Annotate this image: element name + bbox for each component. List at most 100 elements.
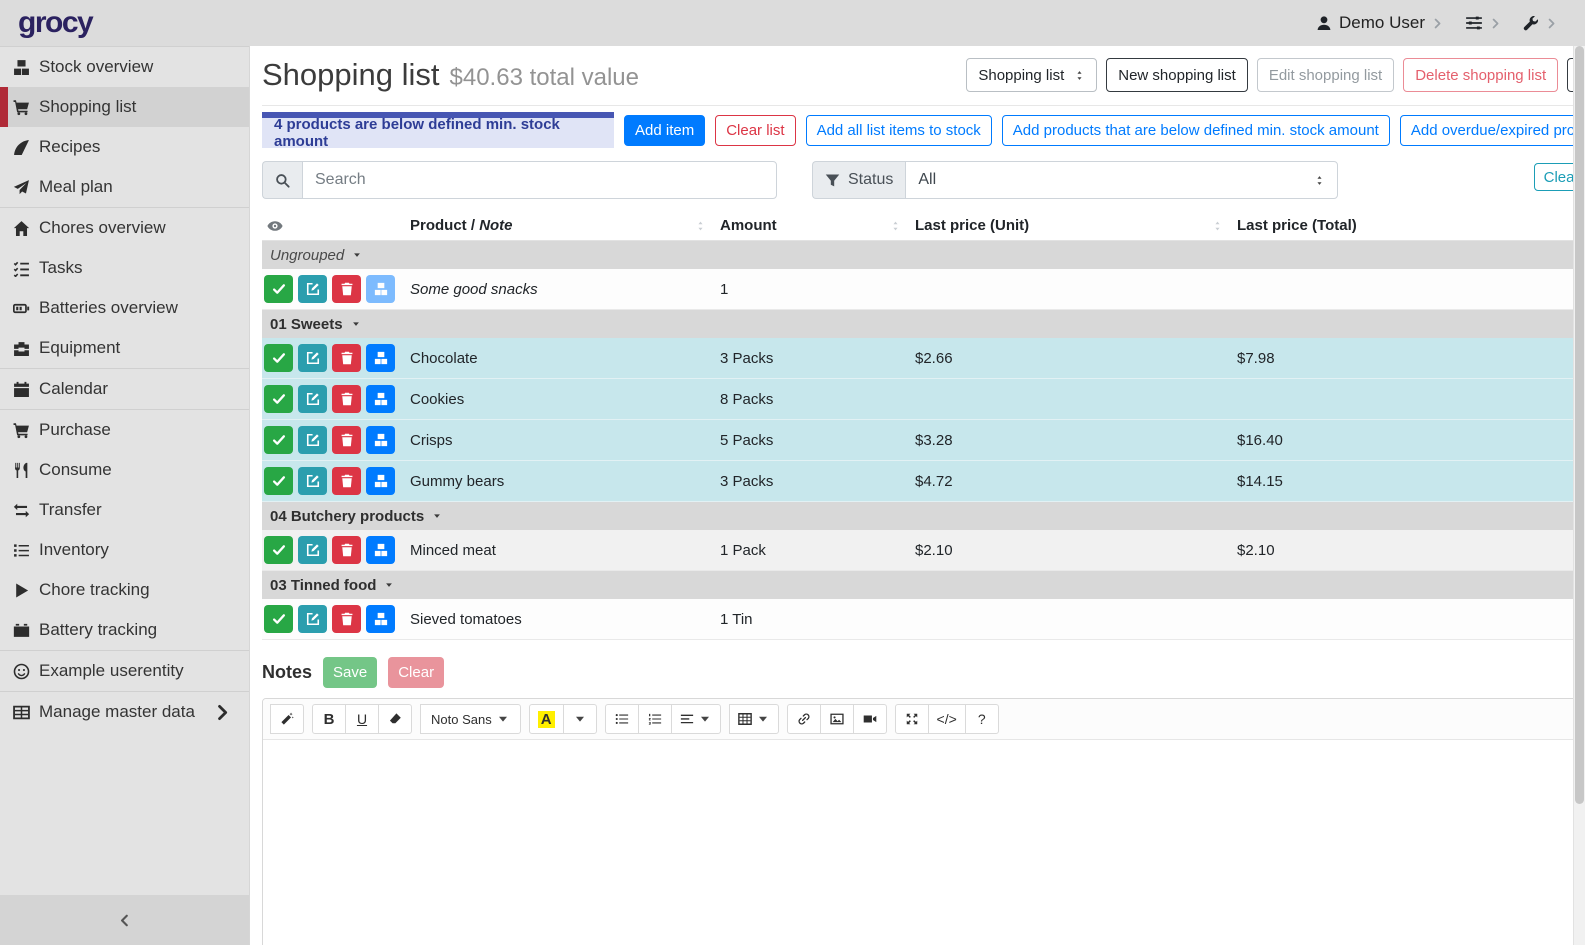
font-color-caret-button[interactable] [563, 704, 597, 734]
sidebar-item-meal-plan[interactable]: Meal plan [0, 167, 249, 207]
mark-done-button[interactable] [264, 605, 293, 633]
product-button[interactable] [366, 275, 395, 303]
codeview-button[interactable]: </> [928, 704, 966, 734]
tasks-icon [13, 260, 30, 277]
scrollbar-thumb[interactable] [1575, 46, 1584, 804]
grocy-logo[interactable]: grocy [18, 6, 92, 40]
mark-done-button[interactable] [264, 275, 293, 303]
mark-done-button[interactable] [264, 385, 293, 413]
column-last-price-unit[interactable]: Last price (Unit) [915, 217, 1237, 234]
mark-done-button[interactable] [264, 536, 293, 564]
edit-item-button[interactable] [298, 385, 327, 413]
product-button[interactable] [366, 344, 395, 372]
sidebar-item-transfer[interactable]: Transfer [0, 490, 249, 530]
sidebar-item-chores-overview[interactable]: Chores overview [0, 208, 249, 248]
sidebar-item-purchase[interactable]: Purchase [0, 410, 249, 450]
user-name: Demo User [1339, 13, 1425, 33]
edit-icon [306, 612, 320, 626]
product-button[interactable] [366, 385, 395, 413]
add-below-min-stock-button[interactable]: Add products that are below defined min.… [1002, 115, 1390, 146]
min-stock-alert[interactable]: 4 products are below defined min. stock … [262, 112, 614, 148]
visibility-column[interactable] [262, 217, 410, 234]
column-product[interactable]: Product / Note [410, 217, 720, 234]
delete-item-button[interactable] [332, 275, 361, 303]
product-button[interactable] [366, 426, 395, 454]
clear-list-button[interactable]: Clear list [715, 115, 795, 146]
mark-done-button[interactable] [264, 426, 293, 454]
sort-icon[interactable] [695, 219, 706, 233]
sidebar-item-consume[interactable]: Consume [0, 450, 249, 490]
unordered-list-button[interactable] [605, 704, 639, 734]
add-overdue-button[interactable]: Add overdue/expired products [1400, 115, 1585, 146]
edit-shopping-list-button[interactable]: Edit shopping list [1257, 58, 1394, 92]
insert-table-button[interactable] [729, 704, 779, 734]
product-button[interactable] [366, 467, 395, 495]
mark-done-button[interactable] [264, 467, 293, 495]
font-family-select[interactable]: Noto Sans [420, 704, 521, 734]
edit-item-button[interactable] [298, 426, 327, 454]
fullscreen-button[interactable] [895, 704, 929, 734]
underline-button[interactable]: U [345, 704, 379, 734]
group-header-ungrouped[interactable]: Ungrouped [262, 241, 1585, 269]
clear-formatting-button[interactable] [378, 704, 412, 734]
delete-item-button[interactable] [332, 385, 361, 413]
search-icon [275, 173, 290, 188]
edit-item-button[interactable] [298, 344, 327, 372]
delete-item-button[interactable] [332, 605, 361, 633]
font-color-button[interactable]: A [529, 704, 564, 734]
search-input[interactable] [302, 161, 777, 199]
user-menu[interactable]: Demo User [1316, 13, 1443, 33]
insert-link-button[interactable] [787, 704, 821, 734]
status-select[interactable]: All [905, 161, 1338, 199]
sidebar-collapse-button[interactable] [0, 895, 249, 945]
sidebar-item-recipes[interactable]: Recipes [0, 127, 249, 167]
shopping-list-select[interactable]: Shopping list [966, 58, 1097, 92]
save-notes-button[interactable]: Save [323, 657, 377, 688]
sidebar-item-tasks[interactable]: Tasks [0, 248, 249, 288]
insert-video-button[interactable] [853, 704, 887, 734]
sidebar-item-shopping-list[interactable]: Shopping list [0, 87, 249, 127]
bold-button[interactable]: B [312, 704, 346, 734]
column-amount[interactable]: Amount [720, 217, 915, 234]
sidebar-item-manage-master-data[interactable]: Manage master data [0, 692, 249, 732]
edit-item-button[interactable] [298, 605, 327, 633]
admin-menu[interactable] [1523, 15, 1557, 31]
edit-item-button[interactable] [298, 275, 327, 303]
delete-item-button[interactable] [332, 426, 361, 454]
column-last-price-total[interactable]: Last price (Total) [1237, 217, 1585, 234]
sidebar-item-batteries-overview[interactable]: Batteries overview [0, 288, 249, 328]
clear-notes-button[interactable]: Clear [388, 657, 444, 688]
sidebar-item-chore-tracking[interactable]: Chore tracking [0, 570, 249, 610]
style-magic-button[interactable] [270, 704, 304, 734]
sidebar-item-equipment[interactable]: Equipment [0, 328, 249, 368]
mark-done-button[interactable] [264, 344, 293, 372]
insert-picture-button[interactable] [820, 704, 854, 734]
notes-editing-area[interactable] [263, 740, 1585, 944]
product-name: Some good snacks [410, 281, 720, 298]
add-all-to-stock-button[interactable]: Add all list items to stock [806, 115, 992, 146]
edit-item-button[interactable] [298, 536, 327, 564]
new-shopping-list-button[interactable]: New shopping list [1106, 58, 1248, 92]
add-item-button[interactable]: Add item [624, 115, 705, 146]
delete-item-button[interactable] [332, 344, 361, 372]
edit-item-button[interactable] [298, 467, 327, 495]
product-button[interactable] [366, 605, 395, 633]
sidebar-item-example-userentity[interactable]: Example userentity [0, 651, 249, 691]
delete-shopping-list-button[interactable]: Delete shopping list [1403, 58, 1558, 92]
product-button[interactable] [366, 536, 395, 564]
help-button[interactable]: ? [965, 704, 999, 734]
delete-item-button[interactable] [332, 467, 361, 495]
ordered-list-button[interactable] [638, 704, 672, 734]
settings-menu[interactable] [1465, 14, 1501, 32]
sort-icon[interactable] [1212, 219, 1223, 233]
sidebar-item-inventory[interactable]: Inventory [0, 530, 249, 570]
sort-icon[interactable] [890, 219, 901, 233]
group-header-butchery[interactable]: 04 Butchery products [262, 502, 1585, 530]
delete-item-button[interactable] [332, 536, 361, 564]
group-header-sweets[interactable]: 01 Sweets [262, 310, 1585, 338]
sidebar-item-battery-tracking[interactable]: Battery tracking [0, 610, 249, 650]
sidebar-item-stock-overview[interactable]: Stock overview [0, 47, 249, 87]
group-header-tinned-food[interactable]: 03 Tinned food [262, 571, 1585, 599]
paragraph-button[interactable] [671, 704, 721, 734]
sidebar-item-calendar[interactable]: Calendar [0, 369, 249, 409]
